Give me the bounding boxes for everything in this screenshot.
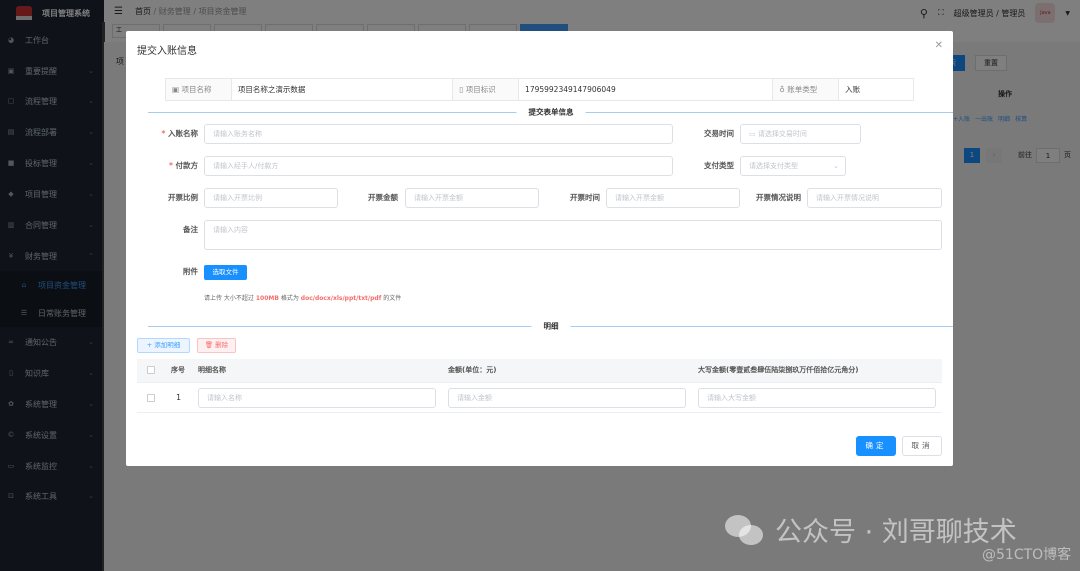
bill-type-label: ♁ 账单类型 <box>773 79 839 100</box>
trade-time-label: 交易时间 <box>686 124 734 144</box>
invoice-amount-label: 开票金额 <box>351 188 398 208</box>
submit-income-dialog: 提交入账信息 ✕ ▣ 项目名称 项目名称之演示数据 ▯ 项目标识 1795992… <box>126 31 953 466</box>
select-all-checkbox[interactable] <box>147 366 155 374</box>
cancel-button[interactable]: 取消 <box>902 436 942 456</box>
project-name-label: ▣ 项目名称 <box>166 79 232 100</box>
invoice-ratio-input[interactable]: 请输入开票比例 <box>204 188 338 208</box>
invoice-note-label: 开票情况说明 <box>746 188 801 208</box>
col-name: 明细名称 <box>198 359 226 382</box>
upload-hint: 请上传 大小不超过 100MB 格式为 doc/docx/xls/ppt/txt… <box>204 293 401 302</box>
trade-time-picker[interactable]: ▭ 请选择交易时间 <box>740 124 861 144</box>
row-index: 1 <box>176 393 181 402</box>
pay-type-select[interactable]: 请选择支付类型⌄ <box>740 156 846 176</box>
add-detail-button[interactable]: + 添加明细 <box>137 338 190 353</box>
col-amount: 金额(单位：元) <box>448 359 496 382</box>
project-id-label: ▯ 项目标识 <box>453 79 519 100</box>
col-amount-caps: 大写金额(零壹贰叁肆伍陆柒捌玖万仟佰拾亿元角分) <box>698 359 858 382</box>
delete-button[interactable]: 🗑︎ 删除 <box>197 338 236 353</box>
income-name-label: * 入账名称 <box>146 124 198 144</box>
pay-type-label: 支付类型 <box>686 156 734 176</box>
detail-amount-input[interactable]: 请输入金额 <box>448 388 686 408</box>
remark-textarea[interactable]: 请输入内容 <box>204 220 942 250</box>
close-icon[interactable]: ✕ <box>935 40 943 51</box>
calendar-icon: ▭ <box>749 130 758 138</box>
section-title-form: 提交表单信息 <box>517 107 586 118</box>
bill-type-value: 入账 <box>839 79 913 100</box>
select-file-button[interactable]: 选取文件 <box>204 265 247 280</box>
invoice-note-input[interactable]: 请输入开票情况说明 <box>807 188 942 208</box>
invoice-amount-input[interactable]: 请输入开票金额 <box>405 188 539 208</box>
site-watermark: @51CTO博客 <box>982 544 1071 564</box>
wechat-icon <box>725 515 765 545</box>
detail-table-header: 序号 明细名称 金额(单位：元) 大写金额(零壹贰叁肆伍陆柒捌玖万仟佰拾亿元角分… <box>137 359 942 382</box>
attachment-label: 附件 <box>146 262 198 282</box>
remark-label: 备注 <box>146 220 198 240</box>
invoice-time-input[interactable]: 请输入开票金额 <box>606 188 740 208</box>
col-index: 序号 <box>171 359 185 382</box>
payer-label: * 付款方 <box>146 156 198 176</box>
detail-amount-caps-input[interactable]: 请输入大写金额 <box>698 388 936 408</box>
payer-input[interactable]: 请输入经手人/付款方 <box>204 156 673 176</box>
invoice-time-label: 开票时间 <box>552 188 600 208</box>
type-icon: ♁ <box>779 85 787 94</box>
invoice-ratio-label: 开票比例 <box>146 188 198 208</box>
watermark: 公众号 · 刘哥聊技术 <box>725 510 1017 549</box>
detail-name-input[interactable]: 请输入名称 <box>198 388 436 408</box>
id-card-icon: ▣ <box>172 85 181 94</box>
confirm-button[interactable]: 确定 <box>856 436 896 456</box>
trash-icon: 🗑︎ <box>205 341 215 349</box>
row-checkbox[interactable] <box>147 394 155 402</box>
project-name-value: 项目名称之演示数据 <box>232 79 453 100</box>
table-row: 1 请输入名称 请输入金额 请输入大写金额 <box>137 382 942 413</box>
section-title-detail: 明细 <box>532 321 571 332</box>
project-info-table: ▣ 项目名称 项目名称之演示数据 ▯ 项目标识 1795992349147906… <box>165 78 914 101</box>
dialog-title: 提交入账信息 <box>137 42 197 57</box>
income-name-input[interactable]: 请输入账务名称 <box>204 124 673 144</box>
project-id-value: 1795992349147906049 <box>519 79 773 100</box>
chevron-down-icon: ⌄ <box>833 157 839 175</box>
